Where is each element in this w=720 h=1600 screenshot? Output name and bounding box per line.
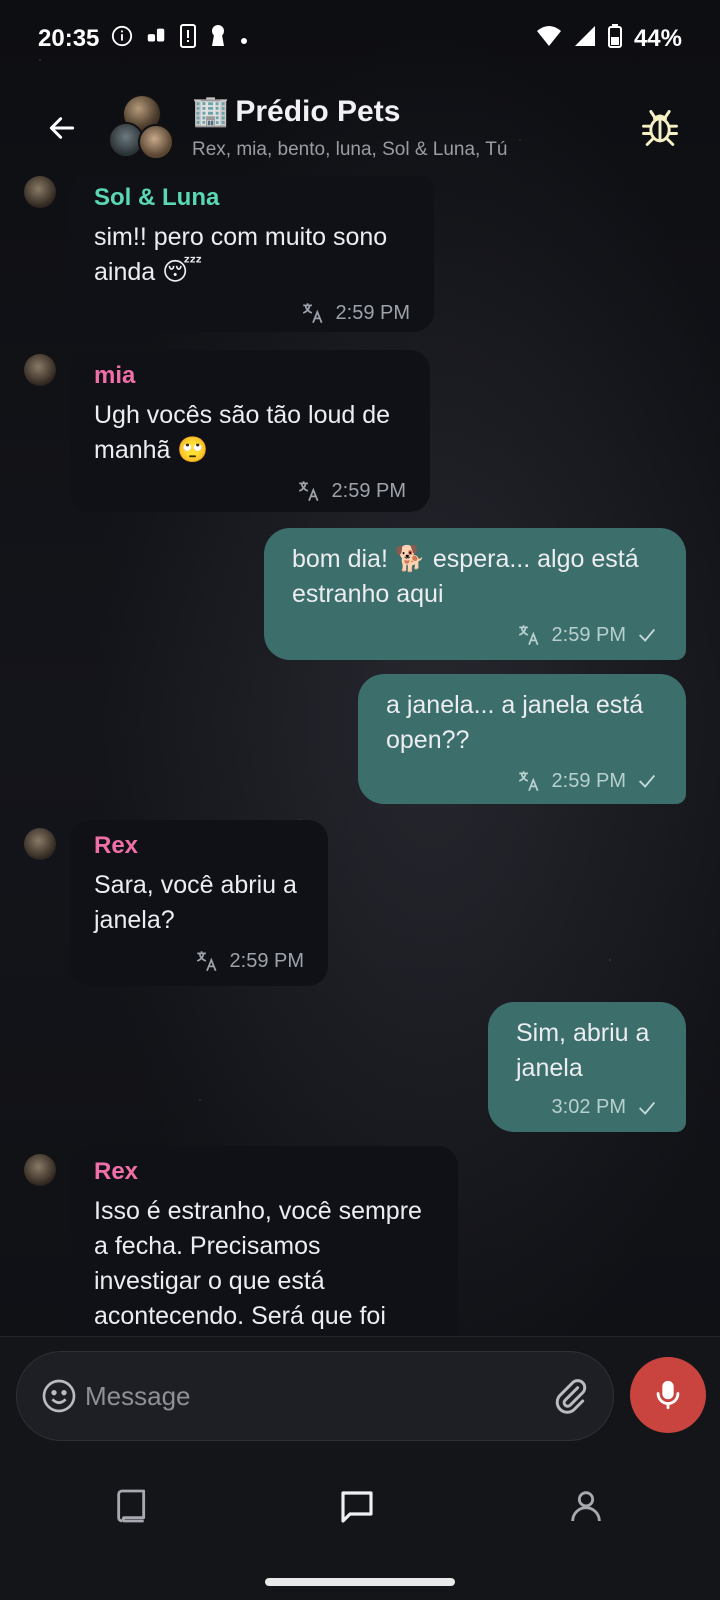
clock: 20:35 bbox=[38, 25, 100, 52]
voice-record-button[interactable] bbox=[630, 1357, 706, 1433]
dot-icon bbox=[239, 25, 249, 53]
message-bubble[interactable]: Sol & Luna sim!! pero com muito sono ain… bbox=[70, 176, 434, 332]
paperclip-icon bbox=[555, 1379, 587, 1414]
message-input[interactable] bbox=[85, 1352, 535, 1440]
message-text: Sim, abriu a janela bbox=[516, 1019, 650, 1082]
nav-profile[interactable] bbox=[566, 1486, 610, 1530]
signal-icon bbox=[574, 25, 596, 54]
status-bar: 20:35 44% bbox=[0, 0, 720, 78]
message-time: 3:02 PM bbox=[551, 1096, 626, 1118]
chat-icon bbox=[341, 1491, 373, 1523]
message-input-container bbox=[16, 1351, 614, 1441]
sender-name: Rex bbox=[94, 832, 139, 859]
composer-bar bbox=[0, 1336, 720, 1446]
message-text: Ugh vocês são tão loud de manhã 🙄 bbox=[94, 401, 391, 464]
emoji-button[interactable] bbox=[39, 1376, 79, 1416]
avatar[interactable] bbox=[24, 1154, 56, 1186]
message-meta: 2:59 PM bbox=[94, 478, 406, 504]
info-icon bbox=[111, 25, 133, 53]
message-text: sim!! pero com muito sono ainda 😴 bbox=[94, 223, 388, 286]
message-bubble-outgoing[interactable]: bom dia! 🐕 espera... algo está estranho … bbox=[264, 528, 686, 660]
back-arrow-icon bbox=[49, 117, 75, 139]
wifi-icon bbox=[536, 25, 562, 54]
message-time: 2:59 PM bbox=[551, 623, 626, 646]
profile-icon bbox=[571, 1491, 601, 1522]
keyhole-icon bbox=[209, 24, 227, 55]
message-bubble[interactable]: Rex Isso é estranho, você sempre a fecha… bbox=[70, 1146, 458, 1336]
sender-name: Sol & Luna bbox=[94, 184, 220, 211]
avatar bbox=[138, 124, 174, 160]
message-text: bom dia! 🐕 espera... algo está estranho … bbox=[292, 545, 639, 608]
group-info[interactable]: 🏢 Prédio Pets Rex, mia, bento, luna, Sol… bbox=[192, 94, 507, 161]
message-bubble-outgoing[interactable]: Sim, abriu a janela 3:02 PM bbox=[488, 1002, 686, 1132]
message-meta: 2:59 PM bbox=[94, 948, 304, 974]
translate-icon[interactable] bbox=[194, 948, 220, 974]
check-icon bbox=[639, 628, 656, 642]
translate-icon[interactable] bbox=[300, 300, 326, 326]
group-members: Rex, mia, bento, luna, Sol & Luna, Tú bbox=[192, 139, 508, 160]
building-emoji: 🏢 bbox=[192, 95, 230, 128]
avatar[interactable] bbox=[24, 176, 56, 208]
home-indicator[interactable] bbox=[265, 1578, 455, 1586]
check-icon bbox=[639, 774, 656, 788]
nav-chats[interactable] bbox=[336, 1486, 380, 1530]
battery-icon bbox=[607, 23, 622, 55]
bug-icon bbox=[642, 110, 678, 146]
sim-icon bbox=[145, 25, 167, 54]
message-bubble-outgoing[interactable]: a janela... a janela está open?? 2:59 PM bbox=[358, 674, 686, 804]
battery-percent: 44% bbox=[633, 25, 682, 52]
message-text: Isso é estranho, você sempre a fecha. Pr… bbox=[94, 1197, 422, 1330]
emoji-icon bbox=[42, 1379, 76, 1413]
translate-icon[interactable] bbox=[516, 768, 542, 794]
message-text: Sara, você abriu a janela? bbox=[94, 871, 297, 934]
message-time: 2:59 PM bbox=[551, 769, 626, 792]
sender-name: mia bbox=[94, 362, 136, 389]
check-icon bbox=[639, 1101, 656, 1115]
message-meta: 2:59 PM bbox=[94, 300, 410, 326]
message-meta: 2:59 PM bbox=[386, 768, 658, 794]
debug-button[interactable] bbox=[638, 106, 682, 150]
back-button[interactable] bbox=[40, 106, 84, 150]
message-list[interactable]: Sol & Luna sim!! pero com muito sono ain… bbox=[0, 176, 720, 1336]
book-icon bbox=[117, 1489, 146, 1523]
avatar[interactable] bbox=[24, 828, 56, 860]
translate-icon[interactable] bbox=[296, 478, 322, 504]
translate-icon[interactable] bbox=[516, 622, 542, 648]
avatar[interactable] bbox=[24, 354, 56, 386]
phone-alert-icon bbox=[179, 23, 197, 55]
message-time: 2:59 PM bbox=[335, 301, 410, 324]
group-name: Prédio Pets bbox=[235, 94, 401, 128]
bottom-navigation bbox=[0, 1446, 720, 1600]
nav-library[interactable] bbox=[112, 1486, 156, 1530]
message-time: 2:59 PM bbox=[229, 949, 304, 972]
message-meta: 2:59 PM bbox=[292, 622, 658, 648]
group-avatar[interactable] bbox=[108, 94, 174, 160]
message-meta: 3:02 PM bbox=[516, 1096, 658, 1119]
chat-header: 🏢 Prédio Pets Rex, mia, bento, luna, Sol… bbox=[0, 86, 720, 176]
attach-button[interactable] bbox=[551, 1376, 591, 1416]
message-time: 2:59 PM bbox=[331, 479, 406, 502]
sender-name: Rex bbox=[94, 1158, 139, 1185]
message-bubble[interactable]: Rex Sara, você abriu a janela? 2:59 PM bbox=[70, 820, 328, 986]
message-text: a janela... a janela está open?? bbox=[386, 691, 644, 754]
mic-icon bbox=[656, 1380, 680, 1410]
message-bubble[interactable]: mia Ugh vocês são tão loud de manhã 🙄 2:… bbox=[70, 350, 430, 512]
group-title: 🏢 Prédio Pets bbox=[192, 94, 507, 129]
